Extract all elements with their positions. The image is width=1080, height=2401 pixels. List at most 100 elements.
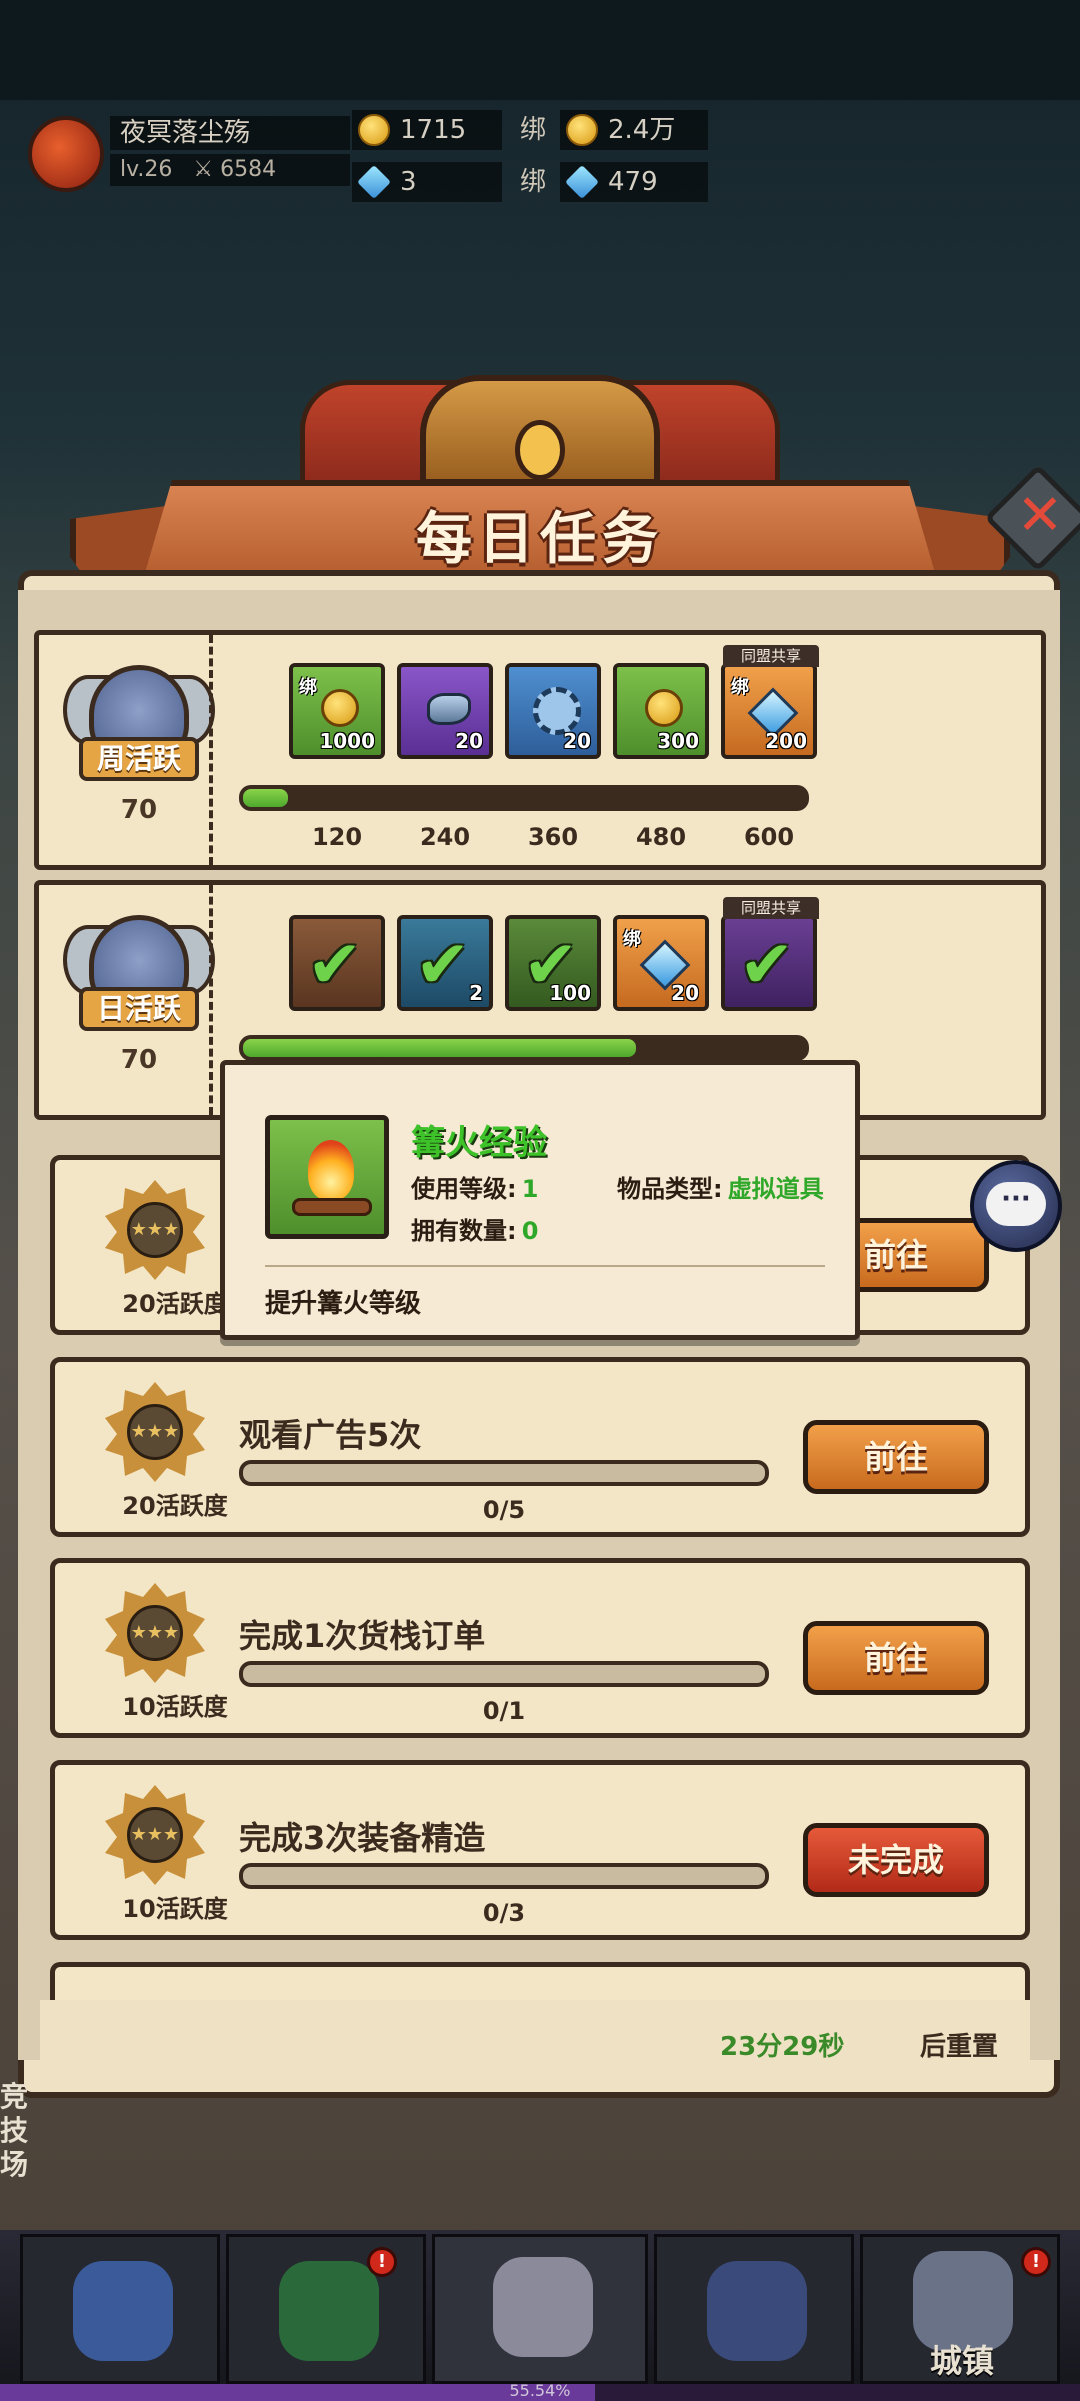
task-progress-bar (239, 1863, 769, 1889)
activity-medal-icon: ★★★ (105, 1180, 205, 1280)
bound-coin-counter[interactable]: 绑 2.4万 (520, 110, 708, 150)
player-avatar[interactable] (28, 116, 104, 192)
task-progress-text: 0/1 (482, 1697, 526, 1725)
bind-tag: 绑 (623, 929, 641, 950)
weekly-reward-3[interactable]: 20 (505, 663, 601, 759)
use-level-row: 使用等级: 1 (411, 1169, 538, 1204)
activity-medal-icon: ★★★ (105, 1785, 205, 1885)
weekly-reward-5[interactable]: 同盟共享 绑 200 (721, 645, 819, 759)
weekly-reward-2[interactable]: 20 (397, 663, 493, 759)
daily-reward-3[interactable]: ✔ 100 (505, 915, 601, 1011)
alliance-shared-tag: 同盟共享 (723, 645, 819, 667)
item-type-value: 虚拟道具 (727, 1175, 824, 1203)
status-bar (0, 0, 1080, 100)
close-icon[interactable]: ✕ (1010, 486, 1070, 546)
item-tooltip: 篝火经验 使用等级: 1 拥有数量: 0 物品类型: 虚拟道具 提升篝火等级 (220, 1060, 860, 1340)
flame-icon (308, 1140, 354, 1200)
reward-qty: 200 (765, 729, 807, 753)
guild-icon (707, 2261, 807, 2361)
owned-label: 拥有数量: (411, 1217, 517, 1245)
task-progress-bar (239, 1661, 769, 1687)
summon-icon (279, 2261, 379, 2361)
weekly-activity-value: 70 (120, 795, 158, 825)
weekly-progress-bar (239, 785, 809, 811)
town-label: 城镇 (930, 2342, 995, 2380)
daily-reward-5[interactable]: 同盟共享 ✔ (721, 897, 819, 1011)
weekly-activity-badge: 周活跃 70 (59, 655, 219, 855)
nav-guild[interactable] (654, 2234, 854, 2384)
go-button[interactable]: 前往 (803, 1621, 989, 1695)
check-icon: ✔ (415, 926, 471, 1003)
incomplete-button[interactable]: 未完成 (803, 1823, 989, 1897)
reward-qty: 2 (469, 981, 483, 1005)
daily-reward-4[interactable]: 绑 20 (613, 915, 709, 1011)
weekly-activity-label: 周活跃 (79, 737, 199, 781)
task-progress-bar (239, 1460, 769, 1486)
gem-counter[interactable]: 3 (352, 162, 502, 202)
player-info[interactable]: 夜冥落尘殇 lv.26 ⚔ 6584 (28, 112, 350, 192)
player-level-text: lv.26 (120, 157, 173, 182)
diamond-icon (357, 165, 391, 199)
notification-badge: ! (367, 2247, 397, 2277)
divider (265, 1265, 825, 1267)
task-points: 10活跃度 (122, 1693, 228, 1721)
nav-battle[interactable] (432, 2234, 648, 2384)
go-button[interactable]: 前往 (803, 1420, 989, 1494)
notification-badge: ! (1021, 2247, 1051, 2277)
gold-coin-icon (321, 689, 359, 727)
item-type-row: 物品类型: 虚拟道具 (617, 1169, 824, 1204)
daily-reward-1[interactable]: ✔ (289, 915, 385, 1011)
chat-icon[interactable]: ··· (986, 1182, 1046, 1226)
use-level-value: 1 (521, 1175, 539, 1203)
check-icon: ✔ (307, 926, 363, 1003)
task-progress-text: 0/5 (482, 1496, 526, 1524)
logs-icon (292, 1198, 372, 1216)
gem-value: 3 (400, 167, 417, 197)
reward-qty: 20 (671, 981, 699, 1005)
page-title: 每日任务 (416, 507, 664, 572)
task-title: 观看广告5次 (239, 1416, 422, 1454)
daily-progress-bar (239, 1035, 809, 1061)
bind-tag: 绑 (299, 677, 317, 698)
weekly-reward-1[interactable]: 绑 1000 (289, 663, 385, 759)
item-name: 篝火经验 (411, 1123, 547, 1163)
item-type-label: 物品类型: (617, 1175, 723, 1203)
milestone-label: 360 (527, 823, 579, 851)
hero-icon (73, 2261, 173, 2361)
daily-progress-fill (243, 1039, 637, 1057)
activity-medal-icon: ★★★ (105, 1583, 205, 1683)
diamond-icon (565, 165, 599, 199)
nav-summon[interactable]: ! (226, 2234, 426, 2384)
daily-reward-2[interactable]: ✔ 2 (397, 915, 493, 1011)
nav-hero[interactable] (20, 2234, 220, 2384)
task-title: 完成1次货栈订单 (239, 1617, 486, 1655)
milestone-label: 240 (419, 823, 471, 851)
daily-activity-label: 日活跃 (79, 987, 199, 1031)
stone-icon (427, 693, 471, 725)
item-description: 提升篝火等级 (265, 1289, 422, 1319)
arena-label[interactable]: 竞技场 (0, 2080, 34, 2182)
owned-row: 拥有数量: 0 (411, 1211, 538, 1246)
milestone-label: 600 (743, 823, 795, 851)
reward-qty: 20 (563, 729, 591, 753)
bound-gem-value: 479 (608, 167, 658, 197)
power-icon: ⚔ (193, 157, 214, 182)
gold-coin-icon (358, 114, 390, 146)
divider (209, 885, 213, 1115)
reset-countdown: 23分29秒 (720, 2032, 845, 2062)
reset-label: 后重置 (920, 2032, 999, 2062)
exp-percent: 55.54% (509, 2381, 571, 2400)
coin-counter[interactable]: 1715 (352, 110, 502, 150)
bind-label: 绑 (520, 115, 547, 145)
gold-coin-icon (645, 689, 683, 727)
bind-label: 绑 (520, 167, 547, 197)
owned-value: 0 (521, 1217, 539, 1245)
weekly-reward-4[interactable]: 300 (613, 663, 709, 759)
player-name: 夜冥落尘殇 (110, 116, 350, 150)
campfire-icon (265, 1115, 389, 1239)
task-points: 20活跃度 (122, 1492, 228, 1520)
task-row: ★★★ 20活跃度 观看广告5次 0/5 前往 (50, 1357, 1030, 1537)
bound-gem-counter[interactable]: 绑 479 (520, 162, 708, 202)
player-power: 6584 (220, 157, 277, 182)
daily-activity-value: 70 (120, 1045, 158, 1075)
